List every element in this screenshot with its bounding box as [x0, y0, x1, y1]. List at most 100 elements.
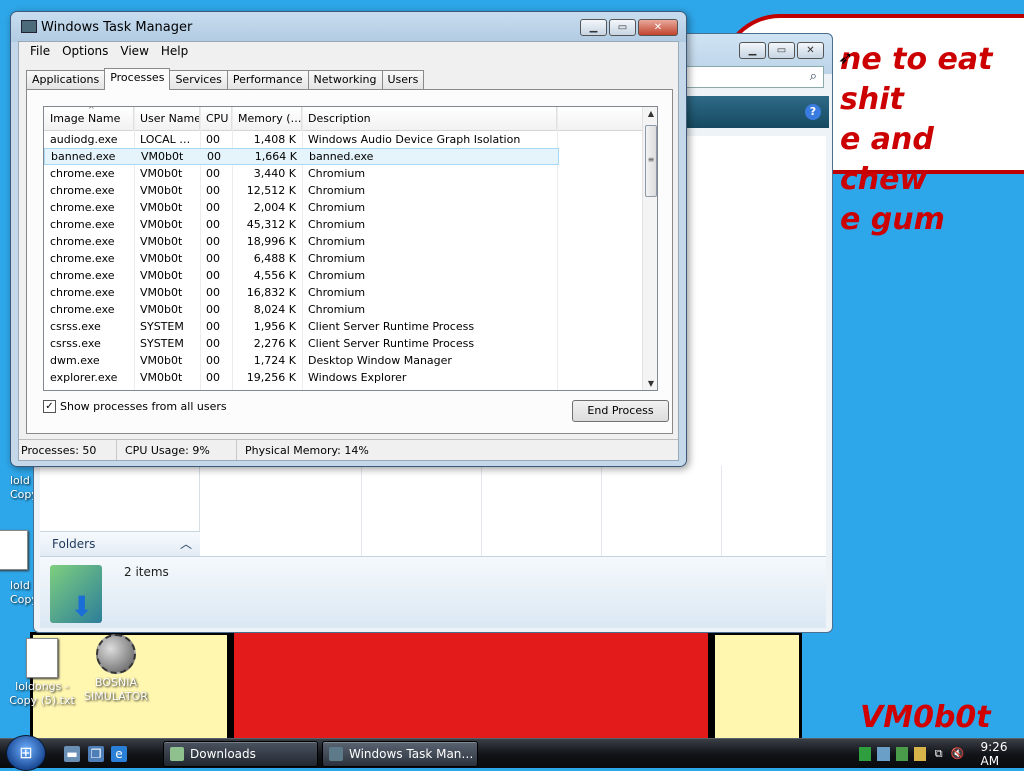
tab-services[interactable]: Services: [169, 70, 227, 89]
process-cpu: 00: [200, 284, 232, 301]
process-row[interactable]: chrome.exeVM0b0t006,488 KChromium: [44, 250, 642, 267]
vertical-scrollbar[interactable]: ▲ ≡ ▼: [642, 107, 658, 390]
tab-processes[interactable]: Processes: [104, 68, 170, 90]
show-all-checkbox[interactable]: ✓: [43, 400, 56, 413]
process-row[interactable]: explorer.exeVM0b0t0019,256 KWindows Expl…: [44, 369, 642, 386]
process-cpu: 00: [200, 301, 232, 318]
process-row[interactable]: chrome.exeVM0b0t008,024 KChromium: [44, 301, 642, 318]
column-divider: [481, 466, 482, 556]
process-image-name: explorer.exe: [44, 369, 134, 386]
minesweeper-icon: [96, 634, 136, 674]
process-row[interactable]: csrss.exeSYSTEM002,276 KClient Server Ru…: [44, 335, 642, 352]
process-description: Chromium: [302, 233, 557, 250]
switch-windows-icon[interactable]: ❐: [88, 746, 104, 762]
speech-line-2: e and chew: [840, 120, 1024, 200]
tab-performance[interactable]: Performance: [227, 70, 309, 89]
process-row[interactable]: chrome.exeVM0b0t0016,832 KChromium: [44, 284, 642, 301]
system-tray: ⧉ 🔇 9:26 AM: [853, 739, 1024, 769]
close-button[interactable]: ✕: [638, 19, 678, 36]
process-list[interactable]: ^ Image Name User Name CPU Memory (… Des…: [43, 106, 658, 391]
maximize-button[interactable]: ▭: [609, 19, 636, 36]
start-button[interactable]: ⊞: [6, 735, 46, 771]
network-activity-icon[interactable]: [859, 747, 871, 761]
scrollbar-thumb[interactable]: ≡: [645, 125, 657, 197]
volume-muted-icon[interactable]: 🔇: [951, 747, 965, 761]
menu-view[interactable]: View: [114, 42, 154, 61]
taskbar-button-downloads[interactable]: Downloads: [163, 741, 318, 767]
process-description: banned.exe: [303, 149, 558, 164]
maximize-button[interactable]: ▭: [768, 42, 795, 59]
process-cpu: 00: [200, 131, 232, 148]
process-row[interactable]: chrome.exeVM0b0t0018,996 KChromium: [44, 233, 642, 250]
folders-toggle[interactable]: Folders ︿: [40, 531, 200, 556]
process-user-name: VM0b0t: [134, 301, 200, 318]
desktop-icon-bosnia-simulator[interactable]: BOSNIA SIMULATOR: [76, 634, 156, 704]
download-arrow-icon: ⬇: [70, 593, 93, 621]
process-cpu: 00: [200, 335, 232, 352]
internet-explorer-icon[interactable]: e: [111, 746, 127, 762]
column-header-description[interactable]: Description: [302, 107, 557, 131]
search-icon: ⌕: [810, 69, 817, 84]
items-count: 2 items: [124, 565, 169, 579]
show-all-label: Show processes from all users: [60, 400, 227, 413]
processes-panel: ^ Image Name User Name CPU Memory (… Des…: [26, 89, 673, 434]
process-row[interactable]: chrome.exeVM0b0t002,004 KChromium: [44, 199, 642, 216]
process-row[interactable]: chrome.exeVM0b0t003,440 KChromium: [44, 165, 642, 182]
close-button[interactable]: ✕: [797, 42, 824, 59]
task-manager-window[interactable]: Windows Task Manager ▁ ▭ ✕ File Options …: [10, 11, 687, 467]
tray-app-icon[interactable]: [877, 747, 889, 761]
process-memory: 1,724 K: [232, 352, 302, 369]
process-row[interactable]: chrome.exeVM0b0t0012,512 KChromium: [44, 182, 642, 199]
process-image-name: dwm.exe: [44, 352, 134, 369]
explorer-search-box[interactable]: ⌕: [674, 66, 824, 88]
show-desktop-icon[interactable]: ▬: [64, 746, 80, 762]
minimize-button[interactable]: ▁: [739, 42, 766, 59]
column-header-image-name[interactable]: ^ Image Name: [44, 107, 134, 131]
explorer-details-pane: ⬇ 2 items: [40, 556, 826, 628]
scroll-up-arrow-icon[interactable]: ▲: [643, 109, 658, 118]
text-file-icon: [0, 530, 28, 570]
status-physical-memory: Physical Memory: 14%: [237, 440, 437, 460]
process-memory: 6,488 K: [232, 250, 302, 267]
process-row[interactable]: banned.exeVM0b0t001,664 Kbanned.exe: [44, 148, 559, 165]
taskbar-button-label: Downloads: [190, 747, 256, 761]
minimize-button[interactable]: ▁: [580, 19, 607, 36]
chevron-up-icon: ︿: [180, 532, 192, 556]
wallpaper-signature: VM0b0t: [860, 700, 991, 735]
process-row[interactable]: audiodg.exeLOCAL …001,408 KWindows Audio…: [44, 131, 642, 148]
column-header-user-name[interactable]: User Name: [134, 107, 200, 131]
tab-networking[interactable]: Networking: [308, 70, 383, 89]
column-header-memory[interactable]: Memory (…: [232, 107, 302, 131]
end-process-button[interactable]: End Process: [572, 400, 669, 422]
taskbar-button-task-manager[interactable]: Windows Task Man…: [322, 741, 478, 767]
menu-file[interactable]: File: [24, 42, 56, 61]
process-image-name: banned.exe: [45, 149, 135, 164]
desktop-icon-loldongs-copy5[interactable]: loldongs - Copy (5).txt: [2, 638, 82, 708]
show-all-processes-option[interactable]: ✓ Show processes from all users: [43, 400, 227, 413]
process-row[interactable]: dwm.exeVM0b0t001,724 KDesktop Window Man…: [44, 352, 642, 369]
scroll-down-arrow-icon[interactable]: ▼: [643, 379, 658, 388]
process-row[interactable]: csrss.exeSYSTEM001,956 KClient Server Ru…: [44, 318, 642, 335]
clock[interactable]: 9:26 AM: [981, 740, 1024, 768]
process-description: Chromium: [302, 250, 557, 267]
process-cpu: 00: [200, 352, 232, 369]
column-header-cpu[interactable]: CPU: [200, 107, 232, 131]
network-icon[interactable]: ⧉: [932, 747, 944, 761]
process-user-name: VM0b0t: [134, 352, 200, 369]
process-user-name: VM0b0t: [135, 149, 201, 164]
process-user-name: VM0b0t: [134, 216, 200, 233]
process-row[interactable]: chrome.exeVM0b0t0045,312 KChromium: [44, 216, 642, 233]
process-memory: 2,276 K: [232, 335, 302, 352]
tray-app-icon[interactable]: [896, 747, 908, 761]
tray-app-icon[interactable]: [914, 747, 926, 761]
process-row[interactable]: chrome.exeVM0b0t004,556 KChromium: [44, 267, 642, 284]
menu-options[interactable]: Options: [56, 42, 114, 61]
column-divider: [361, 466, 362, 556]
process-cpu: 00: [200, 216, 232, 233]
tab-applications[interactable]: Applications: [26, 70, 105, 89]
process-image-name: chrome.exe: [44, 233, 134, 250]
menu-help[interactable]: Help: [155, 42, 194, 61]
help-icon[interactable]: ?: [805, 104, 821, 120]
speech-line-1: ne to eat shit: [840, 40, 1024, 120]
tab-users[interactable]: Users: [382, 70, 425, 89]
